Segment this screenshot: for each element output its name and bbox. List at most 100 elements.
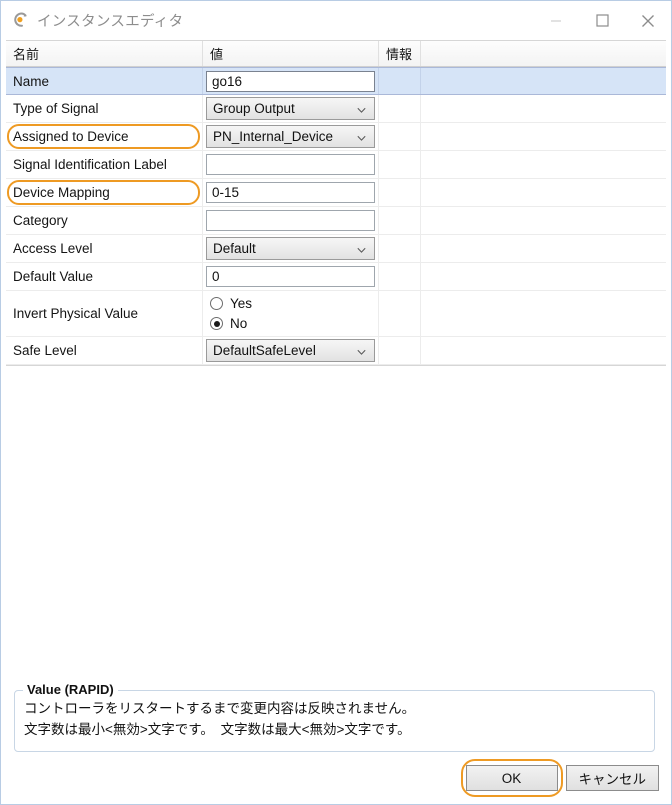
info-line-1: コントローラをリスタートするまで変更内容は反映されません。 xyxy=(24,701,416,716)
chevron-down-icon xyxy=(357,101,366,116)
radio-option-label: No xyxy=(230,316,248,331)
row-value-cell[interactable]: 0-15 xyxy=(203,179,379,206)
table-row[interactable]: Access Level Default xyxy=(6,235,666,263)
row-label-text: Signal Identification Label xyxy=(13,157,167,172)
row-value-cell[interactable]: Yes No xyxy=(203,291,379,336)
row-value-cell[interactable]: go16 xyxy=(203,68,379,94)
table-row[interactable]: Type of Signal Group Output xyxy=(6,95,666,123)
row-label-text: Type of Signal xyxy=(13,101,99,116)
row-extra-cell xyxy=(421,95,666,122)
chevron-down-icon xyxy=(357,129,366,144)
instance-editor-icon xyxy=(11,12,29,30)
row-info-cell xyxy=(379,263,421,290)
row-info-cell xyxy=(379,95,421,122)
row-label-text: Assigned to Device xyxy=(13,129,129,144)
row-label-type-of-signal[interactable]: Type of Signal xyxy=(6,95,203,122)
dropdown-selected-value: DefaultSafeLevel xyxy=(213,343,316,358)
row-label-text: Access Level xyxy=(13,241,93,256)
table-row[interactable]: Default Value 0 xyxy=(6,263,666,291)
table-row[interactable]: Safe Level DefaultSafeLevel xyxy=(6,337,666,365)
chevron-down-icon xyxy=(357,343,366,358)
text-input[interactable]: 0 xyxy=(206,266,375,287)
grid-header-row: 名前 値 情報 xyxy=(6,41,666,67)
window-title: インスタンスエディタ xyxy=(37,14,184,30)
radio-indicator-icon xyxy=(210,317,223,330)
row-extra-cell xyxy=(421,263,666,290)
row-info-cell xyxy=(379,337,421,364)
column-header-info[interactable]: 情報 xyxy=(379,41,421,66)
row-value-cell[interactable]: PN_Internal_Device xyxy=(203,123,379,150)
close-icon[interactable] xyxy=(625,1,671,40)
chevron-down-icon xyxy=(357,241,366,256)
row-extra-cell xyxy=(421,291,666,336)
dropdown-select[interactable]: Group Output xyxy=(206,97,375,120)
row-label-text: Category xyxy=(13,213,68,228)
radio-option-label: Yes xyxy=(230,296,253,311)
table-row[interactable]: Assigned to Device PN_Internal_Device xyxy=(6,123,666,151)
column-header-value[interactable]: 値 xyxy=(203,41,379,66)
radio-indicator-icon xyxy=(210,297,223,310)
value-rapid-text: コントローラをリスタートするまで変更内容は反映されません。 文字数は最小<無効>… xyxy=(24,698,647,740)
table-row[interactable]: Device Mapping 0-15 xyxy=(6,179,666,207)
cancel-button[interactable]: キャンセル xyxy=(565,765,659,791)
row-value-cell[interactable]: DefaultSafeLevel xyxy=(203,337,379,364)
row-value-cell[interactable] xyxy=(203,151,379,178)
row-label-invert-physical-value[interactable]: Invert Physical Value xyxy=(6,291,203,336)
dropdown-select[interactable]: PN_Internal_Device xyxy=(206,125,375,148)
table-row[interactable]: Signal Identification Label xyxy=(6,151,666,179)
row-label-text: Device Mapping xyxy=(13,185,110,200)
row-value-cell[interactable]: Default xyxy=(203,235,379,262)
ok-button-wrapper: OK xyxy=(460,759,563,797)
row-info-cell xyxy=(379,207,421,234)
title-bar: インスタンスエディタ xyxy=(1,1,671,40)
radio-group: Yes No xyxy=(206,291,375,336)
maximize-icon[interactable] xyxy=(579,1,625,40)
table-row[interactable]: Category xyxy=(6,207,666,235)
row-extra-cell xyxy=(421,235,666,262)
text-input[interactable]: 0-15 xyxy=(206,182,375,203)
value-rapid-panel: Value (RAPID) コントローラをリスタートするまで変更内容は反映されま… xyxy=(14,680,655,752)
row-value-cell[interactable]: 0 xyxy=(203,263,379,290)
column-header-extra[interactable] xyxy=(421,41,666,66)
row-info-cell xyxy=(379,68,421,94)
minimize-icon[interactable] xyxy=(533,1,579,40)
text-input[interactable] xyxy=(206,210,375,231)
properties-grid: 名前 値 情報 Name go16 Type of Signal Group Outp… xyxy=(6,40,666,366)
text-input-value: go16 xyxy=(212,73,243,89)
value-rapid-legend: Value (RAPID) xyxy=(23,682,118,697)
row-value-cell[interactable] xyxy=(203,207,379,234)
row-info-cell xyxy=(379,179,421,206)
table-row[interactable]: Invert Physical Value Yes No xyxy=(6,291,666,337)
row-info-cell xyxy=(379,151,421,178)
row-extra-cell xyxy=(421,123,666,150)
row-info-cell xyxy=(379,235,421,262)
row-label-name[interactable]: Name xyxy=(6,68,203,94)
text-input-value: 0-15 xyxy=(212,185,240,200)
dialog-footer: OK キャンセル xyxy=(1,752,671,804)
column-header-name[interactable]: 名前 xyxy=(6,41,203,66)
row-label-assigned-to-device[interactable]: Assigned to Device xyxy=(6,123,203,150)
row-label-text: Invert Physical Value xyxy=(13,306,139,321)
row-label-access-level[interactable]: Access Level xyxy=(6,235,203,262)
text-input[interactable] xyxy=(206,154,375,175)
dropdown-select[interactable]: DefaultSafeLevel xyxy=(206,339,375,362)
dropdown-select[interactable]: Default xyxy=(206,237,375,260)
row-label-text: Default Value xyxy=(13,269,94,284)
table-row[interactable]: Name go16 xyxy=(6,67,666,95)
row-label-category[interactable]: Category xyxy=(6,207,203,234)
dropdown-selected-value: Default xyxy=(213,241,256,256)
text-input-value: 0 xyxy=(212,269,220,284)
ok-button[interactable]: OK xyxy=(465,765,558,791)
radio-option[interactable]: No xyxy=(210,314,375,333)
info-line-2: 文字数は最小<無効>文字です。 文字数は最大<無効>文字です。 xyxy=(24,722,411,737)
row-label-default-value[interactable]: Default Value xyxy=(6,263,203,290)
row-info-cell xyxy=(379,123,421,150)
radio-option[interactable]: Yes xyxy=(210,294,375,313)
text-input[interactable]: go16 xyxy=(206,70,375,92)
row-label-text: Safe Level xyxy=(13,343,77,358)
row-extra-cell xyxy=(421,207,666,234)
row-value-cell[interactable]: Group Output xyxy=(203,95,379,122)
row-label-safe-level[interactable]: Safe Level xyxy=(6,337,203,364)
row-label-signal-identification-label[interactable]: Signal Identification Label xyxy=(6,151,203,178)
row-label-device-mapping[interactable]: Device Mapping xyxy=(6,179,203,206)
